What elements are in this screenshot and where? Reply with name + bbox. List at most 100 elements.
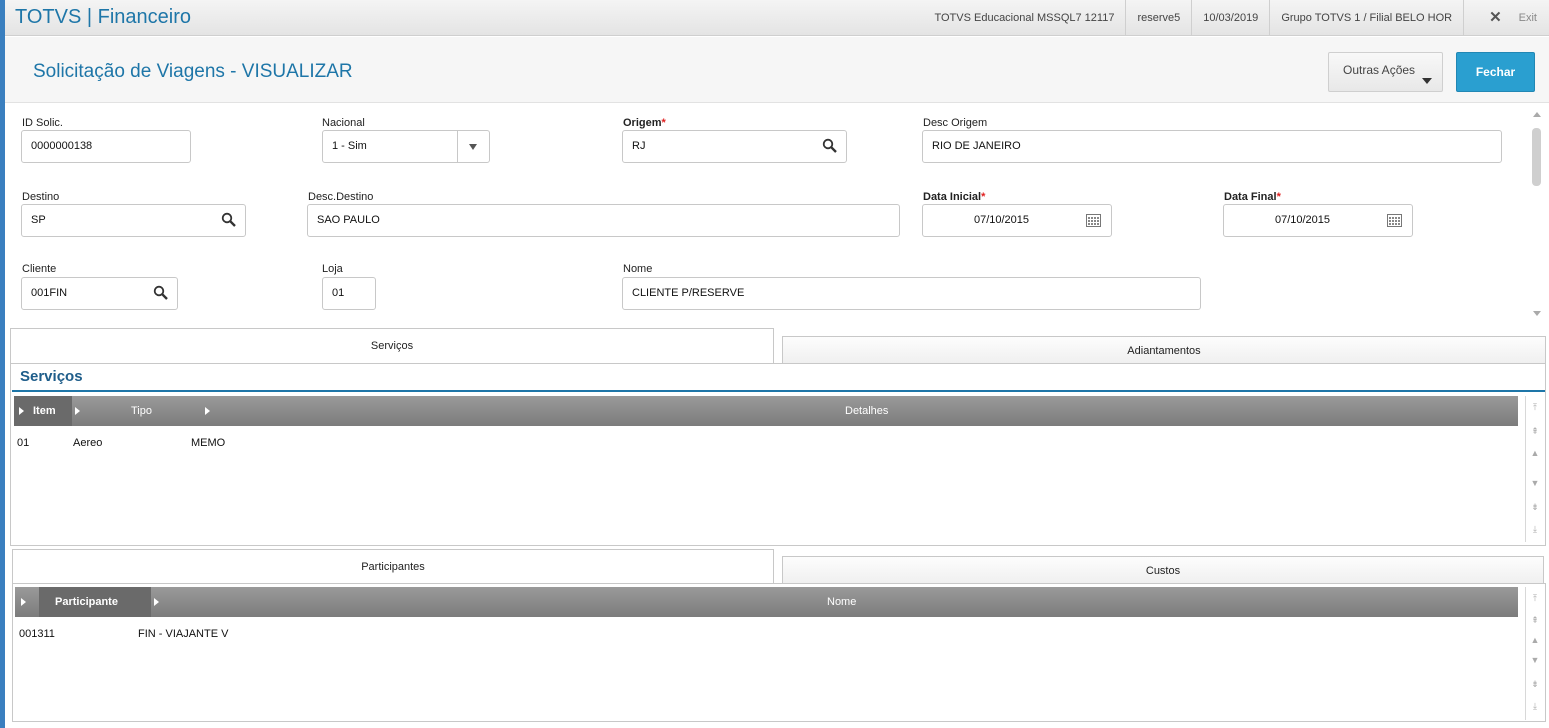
servicos-grid-scrollbar[interactable]: ⤒ ⇞ ▲ ▼ ⇟ ⤓ <box>1525 396 1543 542</box>
data-final-field[interactable]: 07/10/2015 <box>1223 204 1413 237</box>
desc-destino-field[interactable]: SAO PAULO <box>307 204 900 237</box>
close-button[interactable]: Fechar <box>1456 52 1535 92</box>
section-divider <box>12 390 1545 392</box>
scroll-top-icon[interactable]: ⤒ <box>1530 402 1540 412</box>
exit-button[interactable]: ✕ Exit <box>1463 0 1549 36</box>
required-mark: * <box>981 191 986 203</box>
desc-origem-label: Desc Origem <box>923 117 988 129</box>
scroll-down-icon[interactable] <box>1533 311 1541 316</box>
nacional-select[interactable]: 1 - Sim <box>322 130 490 163</box>
tab-participantes[interactable]: Participantes <box>12 549 774 584</box>
data-final-label-text: Data Final <box>1224 191 1277 203</box>
column-header-tipo[interactable]: Tipo <box>131 396 152 426</box>
column-label: Participante <box>55 596 118 608</box>
close-icon: ✕ <box>1489 9 1502 26</box>
data-final-value: 07/10/2015 <box>1274 214 1331 226</box>
data-final-label: Data Final* <box>1224 191 1281 203</box>
sort-icon <box>154 598 159 606</box>
section-title: Serviços <box>20 368 83 385</box>
company-label[interactable]: Grupo TOTVS 1 / Filial BELO HOR <box>1269 0 1463 36</box>
column-label: Item <box>33 405 56 417</box>
desc-destino-label: Desc.Destino <box>308 191 374 203</box>
nome-label: Nome <box>623 263 653 275</box>
servicos-grid-header: Item Tipo Detalhes <box>14 396 1518 426</box>
column-header-nome[interactable]: Nome <box>827 587 856 617</box>
search-icon[interactable] <box>822 138 838 154</box>
nacional-value: 1 - Sim <box>332 140 367 152</box>
destino-value: SP <box>31 214 46 226</box>
app-window: TOTVS | Financeiro TOTVS Educacional MSS… <box>0 0 1549 728</box>
cell-detalhes[interactable]: MEMO <box>191 437 225 449</box>
nome-field[interactable]: CLIENTE P/RESERVE <box>622 277 1201 310</box>
scroll-page-up-icon[interactable]: ⇞ <box>1530 426 1540 436</box>
sort-icon <box>205 407 210 415</box>
scroll-down-icon[interactable]: ▼ <box>1530 478 1540 488</box>
participantes-grid-header: Participante Nome <box>15 587 1518 617</box>
cliente-field[interactable]: 001FIN <box>21 277 178 310</box>
cell-item[interactable]: 01 <box>17 437 29 449</box>
calendar-icon[interactable] <box>1387 214 1402 227</box>
tab-adiantamentos[interactable]: Adiantamentos <box>782 336 1546 364</box>
other-actions-label: Outras Ações <box>1343 63 1416 77</box>
scroll-bottom-icon[interactable]: ⤓ <box>1530 524 1540 534</box>
origem-value: RJ <box>632 140 646 152</box>
data-inicial-label: Data Inicial* <box>923 191 985 203</box>
page-title: Solicitação de Viagens - VISUALIZAR <box>33 61 353 82</box>
exit-label: Exit <box>1518 12 1537 24</box>
scroll-down-icon[interactable]: ▼ <box>1530 655 1540 665</box>
column-header-participante[interactable]: Participante <box>39 587 151 617</box>
page-header: Solicitação de Viagens - VISUALIZAR Outr… <box>5 37 1549 103</box>
cliente-value: 001FIN <box>31 287 68 299</box>
scroll-thumb[interactable] <box>1532 128 1541 186</box>
window-left-edge <box>0 0 5 728</box>
environment-label: TOTVS Educacional MSSQL7 12117 <box>934 12 1115 24</box>
chevron-down-icon[interactable] <box>457 131 489 162</box>
sort-icon <box>75 407 80 415</box>
origem-field[interactable]: RJ <box>622 130 847 163</box>
calendar-icon[interactable] <box>1086 214 1101 227</box>
cell-nome[interactable]: FIN - VIAJANTE V <box>138 628 228 640</box>
data-inicial-value: 07/10/2015 <box>973 214 1030 226</box>
session-info: TOTVS Educacional MSSQL7 12117 reserve5 … <box>923 0 1549 36</box>
sort-icon <box>21 598 26 606</box>
required-mark: * <box>661 117 666 129</box>
column-header-item[interactable]: Item <box>14 396 72 426</box>
search-icon[interactable] <box>221 212 237 228</box>
desc-origem-field[interactable]: RIO DE JANEIRO <box>922 130 1502 163</box>
scroll-top-icon[interactable]: ⤒ <box>1530 593 1540 603</box>
cell-tipo[interactable]: Aereo <box>73 437 102 449</box>
date-label: 10/03/2019 <box>1191 0 1269 36</box>
scroll-page-up-icon[interactable]: ⇞ <box>1530 615 1540 625</box>
cell-participante[interactable]: 001311 <box>19 628 55 640</box>
scroll-page-down-icon[interactable]: ⇟ <box>1530 679 1540 689</box>
other-actions-button[interactable]: Outras Ações <box>1328 52 1443 92</box>
user-label: reserve5 <box>1125 0 1191 36</box>
data-inicial-label-text: Data Inicial <box>923 191 982 203</box>
id-solic-field[interactable]: 0000000138 <box>21 130 191 163</box>
scroll-page-down-icon[interactable]: ⇟ <box>1530 502 1540 512</box>
data-inicial-field[interactable]: 07/10/2015 <box>922 204 1112 237</box>
origem-label: Origem* <box>623 117 666 129</box>
origem-label-text: Origem <box>623 117 662 129</box>
search-icon[interactable] <box>153 285 169 301</box>
participantes-grid-scrollbar[interactable]: ⤒ ⇞ ▲ ▼ ⇟ ⤓ <box>1525 587 1543 720</box>
destino-label: Destino <box>22 191 60 203</box>
loja-label: Loja <box>322 263 343 275</box>
scroll-up-icon[interactable] <box>1533 112 1541 117</box>
loja-field[interactable]: 01 <box>322 277 376 310</box>
tab-custos[interactable]: Custos <box>782 556 1544 584</box>
cliente-label: Cliente <box>22 263 57 275</box>
required-mark: * <box>1276 191 1281 203</box>
scroll-up-icon[interactable]: ▲ <box>1530 448 1540 458</box>
column-header-detalhes[interactable]: Detalhes <box>845 396 888 426</box>
nacional-label: Nacional <box>322 117 365 129</box>
app-title: TOTVS | Financeiro <box>15 6 191 28</box>
destino-field[interactable]: SP <box>21 204 246 237</box>
tab-servicos[interactable]: Serviços <box>10 328 774 364</box>
form-scrollbar[interactable] <box>1529 106 1545 320</box>
scroll-up-icon[interactable]: ▲ <box>1530 635 1540 645</box>
scroll-bottom-icon[interactable]: ⤓ <box>1530 701 1540 711</box>
top-bar: TOTVS | Financeiro TOTVS Educacional MSS… <box>5 0 1549 36</box>
id-solic-label: ID Solic. <box>22 117 63 129</box>
sort-icon <box>19 407 24 415</box>
